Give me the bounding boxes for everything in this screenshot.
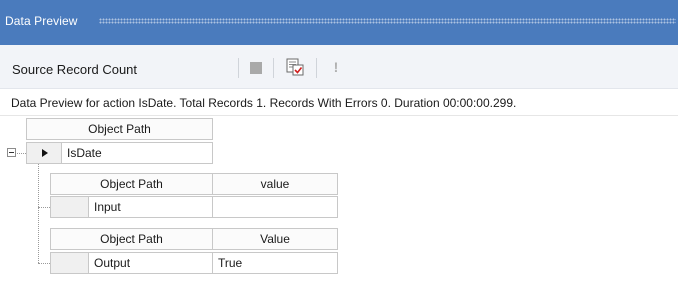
stop-square-icon xyxy=(250,62,262,74)
toolbar-separator xyxy=(273,58,274,78)
source-record-count-label: Source Record Count xyxy=(12,62,138,77)
status-bar: Data Preview for action IsDate. Total Re… xyxy=(0,89,678,116)
output-column-header-value[interactable]: Value xyxy=(212,228,338,250)
toolbar-separator xyxy=(238,58,239,78)
exclamation-button[interactable]: ! xyxy=(329,58,343,78)
tree-connector xyxy=(38,164,39,263)
titlebar-grip[interactable] xyxy=(99,18,676,24)
tree-connector xyxy=(17,153,26,154)
input-column-header-object-path[interactable]: Object Path xyxy=(50,173,213,195)
input-row-selector[interactable] xyxy=(50,196,89,218)
output-value-cell[interactable]: True xyxy=(212,252,338,274)
input-value-cell[interactable] xyxy=(212,196,338,218)
toolbar-separator xyxy=(316,58,317,78)
output-object-path-cell[interactable]: Output xyxy=(88,252,213,274)
preview-button[interactable] xyxy=(284,56,306,78)
column-header-object-path[interactable]: Object Path xyxy=(26,118,213,140)
tree-connector xyxy=(38,263,50,264)
output-column-header-object-path[interactable]: Object Path xyxy=(50,228,213,250)
output-row-selector[interactable] xyxy=(50,252,89,274)
input-object-path-cell[interactable]: Input xyxy=(88,196,213,218)
data-preview-titlebar: Data Preview xyxy=(0,0,678,45)
stop-button[interactable] xyxy=(247,59,265,77)
input-column-header-value[interactable]: value xyxy=(212,173,338,195)
root-object-path-cell[interactable]: IsDate xyxy=(61,142,213,164)
exclamation-icon: ! xyxy=(333,59,339,75)
collapse-toggle-icon[interactable] xyxy=(7,148,16,157)
status-text: Data Preview for action IsDate. Total Re… xyxy=(11,96,517,110)
preview-check-icon xyxy=(286,58,304,76)
tree-connector xyxy=(38,207,50,208)
toolbar: Source Record Count ! xyxy=(0,45,678,124)
current-row-arrow-icon xyxy=(42,149,48,157)
panel-title: Data Preview xyxy=(5,14,78,28)
